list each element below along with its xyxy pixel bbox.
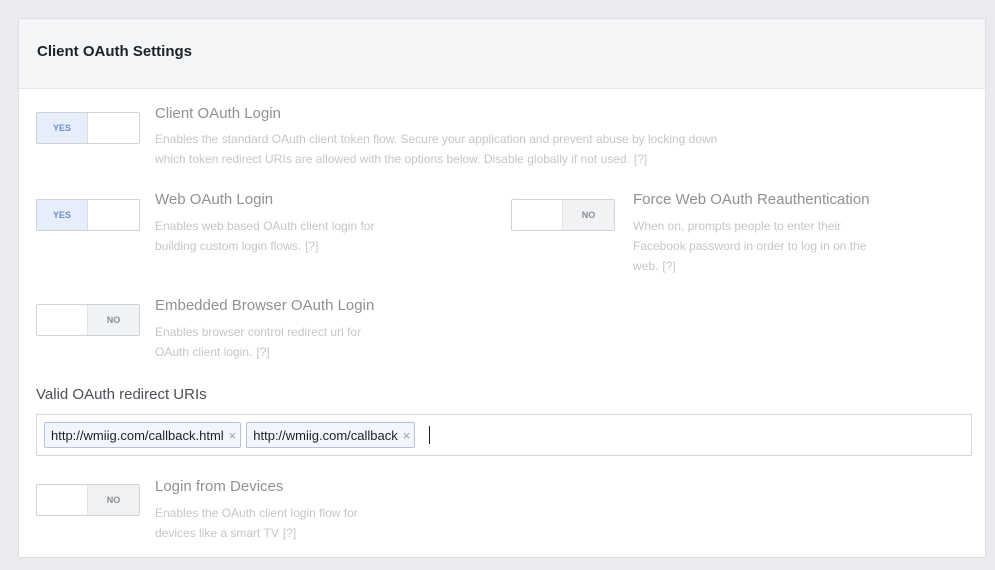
help-link[interactable]: [?] bbox=[305, 239, 318, 253]
redirect-uris-input[interactable]: http://wmiig.com/callback.html × http://… bbox=[36, 414, 972, 456]
client-oauth-settings-panel: Client OAuth Settings YES Client OAuth L… bbox=[18, 18, 986, 558]
force-web-oauth-reauth-description: When on, prompts people to enter their F… bbox=[633, 219, 867, 273]
embedded-browser-oauth-login-title: Embedded Browser OAuth Login bbox=[155, 297, 375, 314]
panel-header: Client OAuth Settings bbox=[19, 19, 985, 89]
toggle-yes-label: YES bbox=[37, 113, 88, 143]
toggle-yes-label: YES bbox=[37, 200, 88, 230]
redirect-uris-label: Valid OAuth redirect URIs bbox=[36, 386, 207, 403]
web-oauth-login-title: Web OAuth Login bbox=[155, 191, 274, 208]
help-link[interactable]: [?] bbox=[283, 526, 296, 540]
web-oauth-login-toggle[interactable]: YES bbox=[36, 199, 140, 231]
login-from-devices-title: Login from Devices bbox=[155, 478, 284, 495]
help-link[interactable]: [?] bbox=[662, 259, 675, 273]
text-cursor bbox=[429, 426, 431, 444]
embedded-browser-oauth-login-toggle[interactable]: NO bbox=[36, 304, 140, 336]
force-web-oauth-reauth-toggle[interactable]: NO bbox=[511, 199, 615, 231]
toggle-no-label: NO bbox=[88, 485, 139, 515]
force-web-oauth-reauth-title: Force Web OAuth Reauthentication bbox=[633, 191, 870, 208]
panel-title: Client OAuth Settings bbox=[37, 43, 192, 60]
remove-token-icon[interactable]: × bbox=[403, 428, 411, 443]
redirect-uri-text: http://wmiig.com/callback bbox=[253, 427, 398, 443]
client-oauth-login-title: Client OAuth Login bbox=[155, 105, 281, 122]
toggle-no-label: NO bbox=[88, 305, 139, 335]
redirect-uri-token[interactable]: http://wmiig.com/callback × bbox=[246, 422, 416, 448]
remove-token-icon[interactable]: × bbox=[229, 428, 237, 443]
help-link[interactable]: [?] bbox=[634, 152, 647, 166]
help-link[interactable]: [?] bbox=[256, 345, 269, 359]
client-oauth-login-description: Enables the standard OAuth client token … bbox=[155, 132, 718, 166]
login-from-devices-description: Enables the OAuth client login flow for … bbox=[155, 506, 358, 540]
web-oauth-login-description: Enables web based OAuth client login for… bbox=[155, 219, 375, 253]
embedded-browser-oauth-login-description: Enables browser control redirect url for… bbox=[155, 325, 362, 359]
toggle-no-label: NO bbox=[563, 200, 614, 230]
redirect-uri-text: http://wmiig.com/callback.html bbox=[51, 427, 224, 443]
login-from-devices-toggle[interactable]: NO bbox=[36, 484, 140, 516]
redirect-uri-token[interactable]: http://wmiig.com/callback.html × bbox=[44, 422, 242, 448]
client-oauth-login-toggle[interactable]: YES bbox=[36, 112, 140, 144]
